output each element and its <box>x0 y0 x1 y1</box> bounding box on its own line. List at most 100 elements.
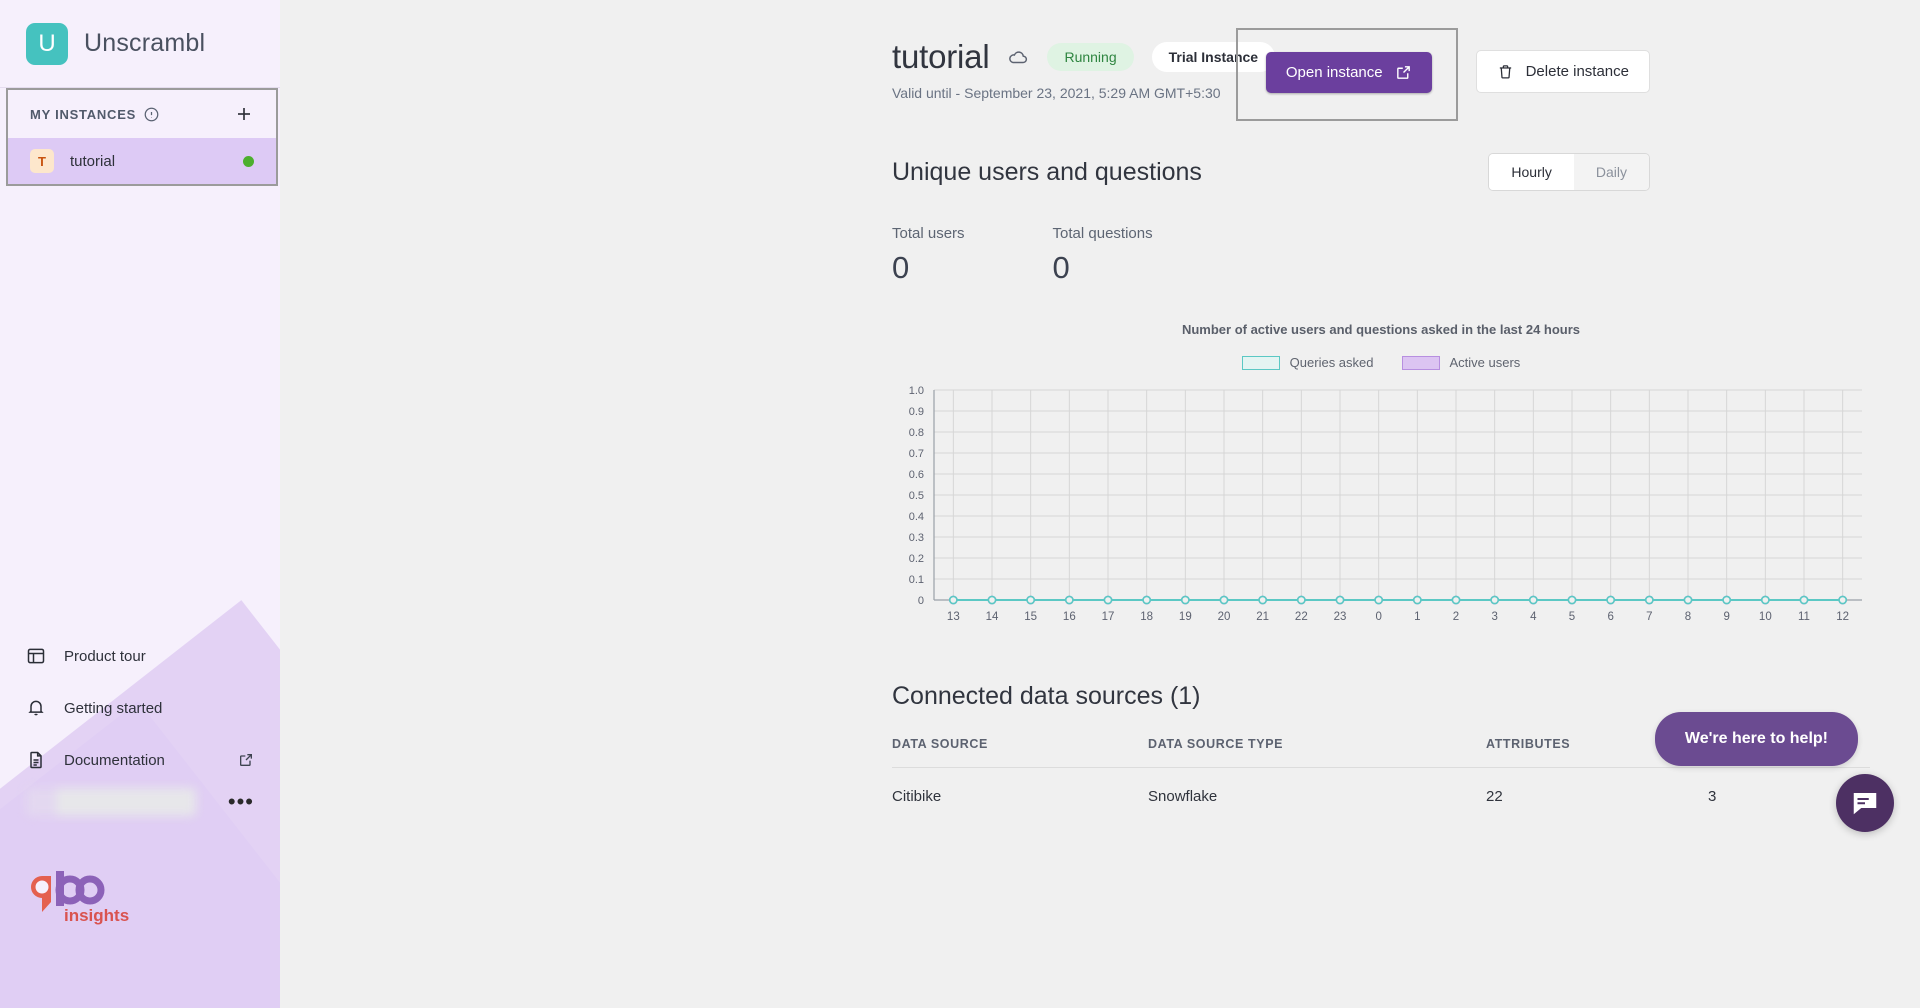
usage-chart: Number of active users and questions ask… <box>892 322 1870 636</box>
sidebar-item-documentation[interactable]: Documentation <box>26 734 254 786</box>
svg-text:17: 17 <box>1102 611 1115 623</box>
svg-text:10: 10 <box>1759 611 1772 623</box>
svg-text:6: 6 <box>1607 611 1613 623</box>
legend-item-active-users[interactable]: Active users <box>1401 355 1521 370</box>
chat-launcher-button[interactable] <box>1836 774 1894 832</box>
legend-swatch <box>1241 355 1280 370</box>
tab-hourly[interactable]: Hourly <box>1489 154 1574 190</box>
data-sources-title: Connected data sources (1) <box>892 682 1201 710</box>
svg-text:14: 14 <box>986 611 999 623</box>
cell-data-source: Citibike <box>892 788 942 805</box>
svg-text:0.3: 0.3 <box>909 532 924 544</box>
open-instance-focus-ring: Open instance <box>1235 28 1458 121</box>
svg-text:0.9: 0.9 <box>909 406 924 418</box>
svg-text:0: 0 <box>918 595 924 607</box>
svg-text:9: 9 <box>1723 611 1729 623</box>
my-instances-title: MY INSTANCES <box>30 106 137 122</box>
svg-text:20: 20 <box>1218 611 1231 623</box>
status-indicator-dot <box>243 155 254 167</box>
legend-label: Active users <box>1449 355 1521 370</box>
user-account-redacted <box>26 788 196 816</box>
user-account-row[interactable]: ••• <box>0 780 280 824</box>
avatar: T <box>30 149 54 173</box>
svg-text:0.6: 0.6 <box>909 469 924 481</box>
status-badge: Running <box>1047 43 1134 71</box>
sidebar-item-label: Product tour <box>64 647 146 665</box>
main-content: Open instance Delete instance tutorial R… <box>280 0 1920 1008</box>
chat-prompt-pill[interactable]: We're here to help! <box>1654 712 1858 766</box>
stat-value: 0 <box>892 250 910 285</box>
header-actions: Open instance Delete instance <box>1235 28 1650 121</box>
delete-instance-button[interactable]: Delete instance <box>1475 50 1650 93</box>
chart-svg: 1.00.90.80.70.60.50.40.30.20.1013 14 15 16 1… <box>909 385 1862 623</box>
stat-value: 0 <box>1052 250 1070 285</box>
legend-swatch <box>1401 355 1440 370</box>
usage-section-title: Unique users and questions <box>892 157 1202 186</box>
svg-text:0.2: 0.2 <box>909 553 924 565</box>
svg-text:12: 12 <box>1836 611 1849 623</box>
open-instance-label: Open instance <box>1285 64 1383 81</box>
sidebar-item-tutorial[interactable]: T tutorial <box>8 138 276 184</box>
svg-text:0.1: 0.1 <box>909 574 924 586</box>
tab-daily[interactable]: Daily <box>1573 154 1649 190</box>
stat-total-questions: Total questions 0 <box>1053 225 1153 286</box>
chart-plot-area: 1.0 0.9 0.8 0.7 0.6 0.5 0.4 0.3 0.2 0.1 0 13 14 15 16 1… <box>892 384 1870 636</box>
sidebar-item-product-tour[interactable]: Product tour <box>26 630 254 682</box>
usage-section-header: Unique users and questions Hourly Daily <box>892 153 1920 191</box>
svg-text:11: 11 <box>1798 611 1810 623</box>
stat-label: Total users <box>892 225 965 242</box>
table-body: Citibike Snowflake 22 3 <box>892 768 1870 805</box>
svg-text:15: 15 <box>1024 611 1037 623</box>
svg-text:13: 13 <box>947 611 960 623</box>
usage-stats: Total users 0 Total questions 0 <box>892 225 1920 286</box>
document-icon <box>30 751 42 769</box>
chart-legend: Queries asked Active users <box>892 355 1870 370</box>
bell-icon <box>28 700 44 716</box>
legend-label: Queries asked <box>1289 355 1374 370</box>
cloud-icon <box>1009 51 1028 64</box>
table-row[interactable]: Citibike Snowflake 22 3 <box>892 768 1870 805</box>
open-instance-button[interactable]: Open instance <box>1265 52 1432 93</box>
stat-total-users: Total users 0 <box>892 225 965 286</box>
svg-text:1: 1 <box>1414 611 1420 623</box>
sidebar-item-label: Getting started <box>64 699 163 717</box>
cell-attributes: 22 <box>1486 788 1503 805</box>
sidebar-item-getting-started[interactable]: Getting started <box>26 682 254 734</box>
trash-icon <box>1499 65 1511 79</box>
ellipsis-icon[interactable]: ••• <box>228 791 254 813</box>
chat-bubble-icon <box>1853 793 1877 815</box>
add-instance-button[interactable] <box>232 102 256 126</box>
svg-text:0.8: 0.8 <box>909 427 924 439</box>
page-title: tutorial <box>892 38 990 75</box>
chart-title: Number of active users and questions ask… <box>1181 322 1581 337</box>
legend-item-queries-asked[interactable]: Queries asked <box>1241 355 1374 370</box>
svg-text:21: 21 <box>1256 611 1269 623</box>
qbo-insights-logo: insights <box>31 871 129 925</box>
stat-label: Total questions <box>1052 225 1153 242</box>
column-header-data-source: DATA SOURCE <box>892 737 1148 768</box>
content-column: tutorial Running Trial Instance Valid un… <box>280 0 1920 805</box>
column-header-data-source-type: DATA SOURCE TYPE <box>1148 737 1486 768</box>
svg-text:0: 0 <box>1375 611 1381 623</box>
brand-logo-icon: U <box>26 22 68 65</box>
svg-text:18: 18 <box>1140 611 1153 623</box>
app-root: U Unscrambl MY INSTANCES T tutorial Prod… <box>0 0 1920 1008</box>
delete-instance-label: Delete instance <box>1525 63 1629 80</box>
svg-text:16: 16 <box>1063 611 1076 623</box>
svg-text:1.0: 1.0 <box>909 385 924 397</box>
external-link-icon <box>1396 66 1410 79</box>
cell-data-source-type: Snowflake <box>1148 788 1218 805</box>
sidebar-nav: Product tour Getting started Documentati… <box>0 630 280 786</box>
instance-name-label: tutorial <box>70 152 116 170</box>
svg-text:8: 8 <box>1685 611 1691 623</box>
my-instances-header: MY INSTANCES <box>8 90 276 138</box>
svg-text:4: 4 <box>1530 611 1537 623</box>
svg-text:7: 7 <box>1646 611 1652 623</box>
info-circle-icon[interactable] <box>144 107 159 122</box>
svg-text:5: 5 <box>1569 611 1575 623</box>
svg-text:23: 23 <box>1334 611 1347 623</box>
svg-text:19: 19 <box>1179 611 1192 623</box>
layout-icon <box>27 648 45 664</box>
svg-text:3: 3 <box>1491 611 1497 623</box>
plus-icon <box>238 108 250 120</box>
